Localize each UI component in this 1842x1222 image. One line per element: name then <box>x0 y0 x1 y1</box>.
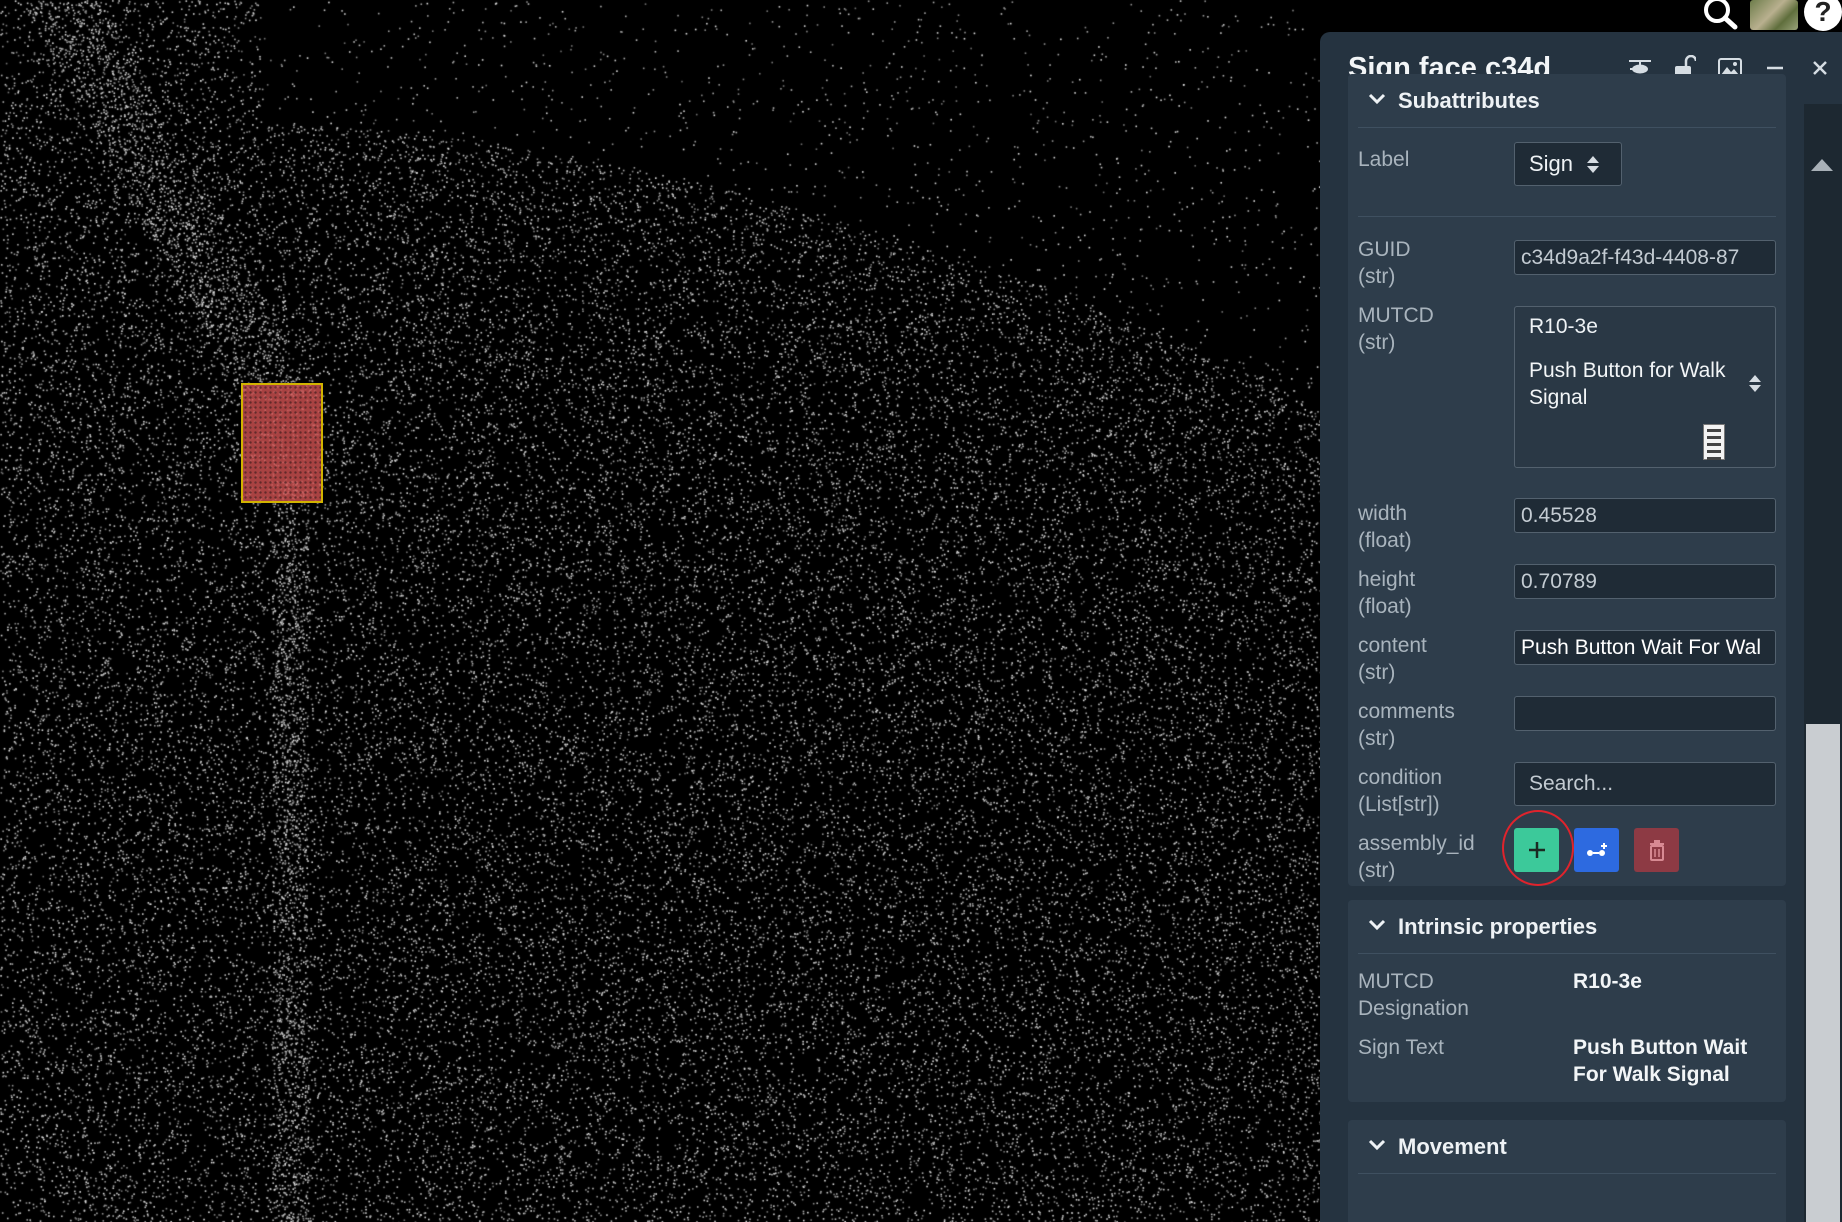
assembly-id-type: (str) <box>1358 859 1396 882</box>
divider <box>1358 216 1776 217</box>
attribute-panel: Sign face c34d Subattributes Label Sign … <box>1320 32 1842 1222</box>
panel-scrollbar[interactable] <box>1804 104 1842 1222</box>
content-label: content <box>1358 634 1427 657</box>
mutcd-select[interactable]: R10-3e Push Button for Walk Signal <box>1514 306 1776 468</box>
width-label: width <box>1358 502 1408 525</box>
condition-label: condition <box>1358 766 1443 789</box>
movement-toggle-y[interactable] <box>1528 1216 1608 1222</box>
mutcd-designation-value: R10-3e <box>1573 970 1642 993</box>
movement-header[interactable]: Movement <box>1358 1120 1776 1174</box>
comments-field[interactable] <box>1514 696 1776 731</box>
panel-scroll-area[interactable]: Subattributes Label Sign GUID (str) c34d… <box>1320 74 1842 1222</box>
help-icon[interactable]: ? <box>1804 0 1842 31</box>
selected-sign-face[interactable] <box>241 383 323 503</box>
movement-title: Movement <box>1398 1133 1507 1159</box>
scrollbar-thumb[interactable] <box>1806 724 1840 1222</box>
chevron-down-icon <box>1368 918 1398 936</box>
chevron-down-icon <box>1368 1138 1398 1156</box>
mutcd-label: MUTCD <box>1358 304 1434 327</box>
sign-text-label: Sign Text <box>1358 1036 1444 1059</box>
condition-type: (List[str]) <box>1358 793 1440 816</box>
updown-icon <box>1587 155 1600 173</box>
connect-nodes-icon <box>1586 843 1607 856</box>
map-thumbnail[interactable] <box>1750 0 1798 30</box>
height-field[interactable]: 0.70789 <box>1514 564 1776 599</box>
movement-card: Movement <box>1348 1120 1786 1222</box>
chevron-down-icon <box>1368 92 1398 110</box>
content-type: (str) <box>1358 661 1396 684</box>
guid-type: (str) <box>1358 265 1396 288</box>
width-field[interactable]: 0.45528 <box>1514 498 1776 533</box>
mutcd-code: R10-3e <box>1529 315 1598 338</box>
subattributes-card: Subattributes Label Sign GUID (str) c34d… <box>1348 74 1786 886</box>
movement-toggle-x[interactable] <box>1358 1216 1438 1222</box>
mutcd-description: Push Button for Walk Signal <box>1529 359 1726 409</box>
intrinsic-properties-title: Intrinsic properties <box>1398 913 1598 939</box>
height-label: height <box>1358 568 1416 591</box>
movement-toggle-z[interactable] <box>1688 1216 1768 1222</box>
label-select[interactable]: Sign <box>1514 142 1622 186</box>
intrinsic-properties-header[interactable]: Intrinsic properties <box>1358 900 1776 954</box>
label-select-value: Sign <box>1529 151 1574 176</box>
trash-icon <box>1649 840 1664 861</box>
updown-icon <box>1749 375 1761 392</box>
intrinsic-properties-card: Intrinsic properties MUTCD Designation R… <box>1348 900 1786 1102</box>
delete-assembly-button[interactable] <box>1634 828 1679 872</box>
sign-text-value-line-2: For Walk Signal <box>1573 1063 1730 1086</box>
guid-field[interactable]: c34d9a2f-f43d-4408-87 <box>1514 240 1776 275</box>
width-type: (float) <box>1358 529 1412 552</box>
highlight-circle <box>1502 810 1574 886</box>
subattributes-header[interactable]: Subattributes <box>1358 74 1776 128</box>
assembly-id-label: assembly_id <box>1358 832 1475 855</box>
sign-text-value-line-1: Push Button Wait <box>1573 1036 1748 1059</box>
comments-label: comments <box>1358 700 1455 723</box>
subattributes-title: Subattributes <box>1398 87 1540 113</box>
mutcd-designation-label: MUTCD <box>1358 970 1434 993</box>
mutcd-type: (str) <box>1358 331 1396 354</box>
guid-label: GUID <box>1358 238 1411 261</box>
link-assembly-button[interactable] <box>1574 828 1619 872</box>
label-label: Label <box>1358 148 1410 171</box>
condition-search-input[interactable]: Search... <box>1514 762 1776 806</box>
sign-thumbnail-icon <box>1703 424 1725 460</box>
height-type: (float) <box>1358 595 1412 618</box>
top-controls: ? <box>1698 0 1842 31</box>
mutcd-designation-label-2: Designation <box>1358 997 1469 1020</box>
scroll-up-icon[interactable] <box>1811 159 1833 171</box>
content-field[interactable]: Push Button Wait For Wal <box>1514 630 1776 665</box>
comments-type: (str) <box>1358 727 1396 750</box>
close-icon[interactable] <box>1797 46 1842 91</box>
search-icon[interactable] <box>1698 0 1744 30</box>
